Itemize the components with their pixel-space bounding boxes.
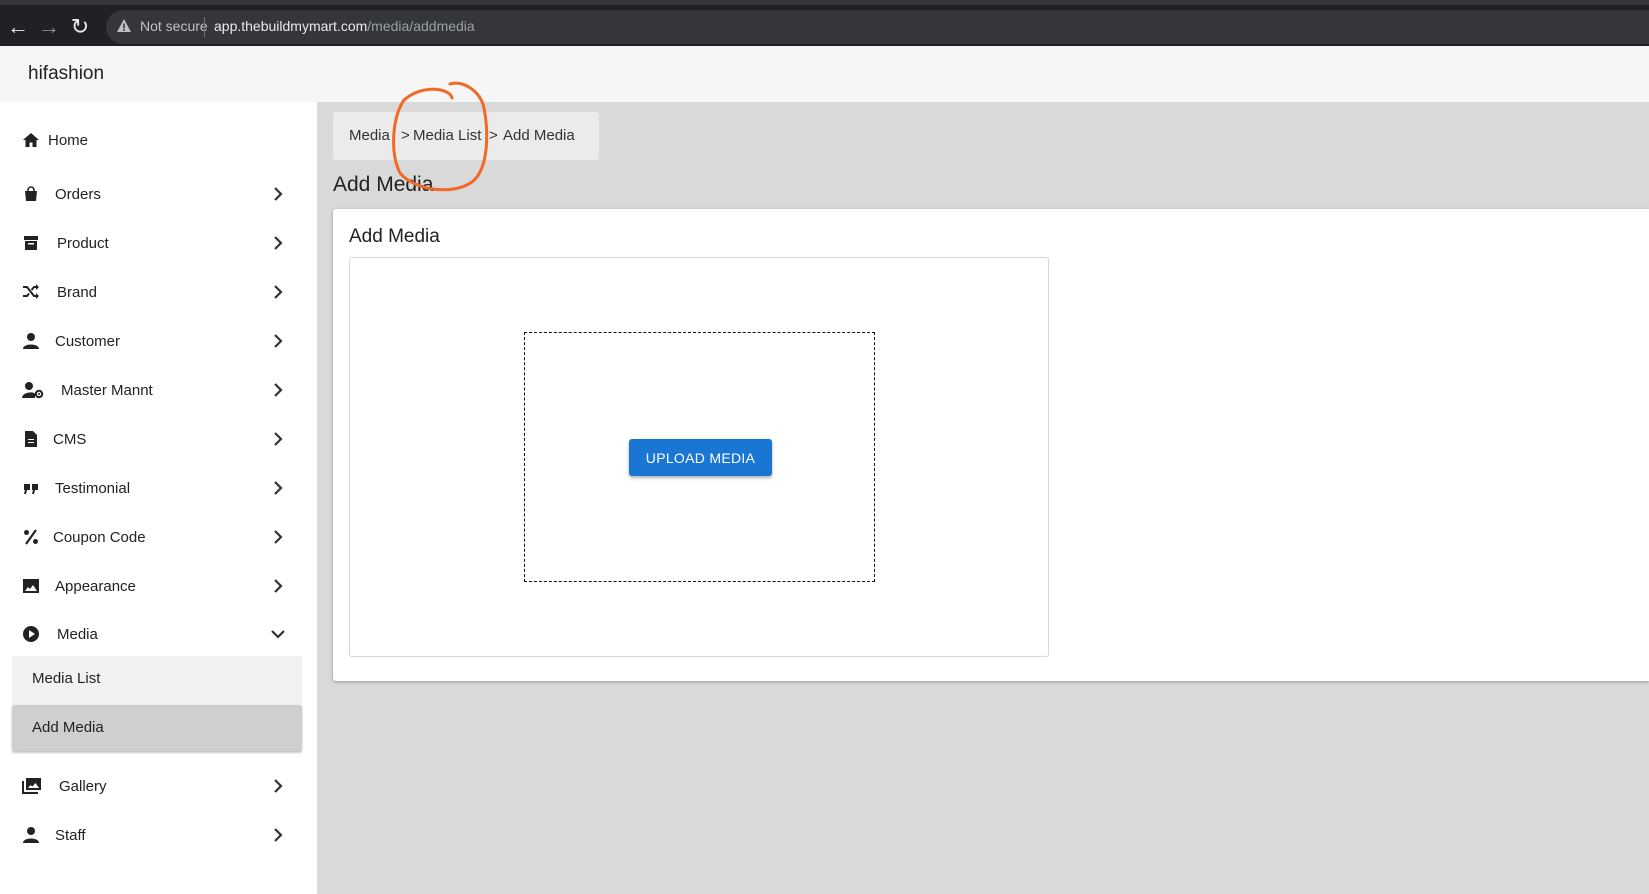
document-icon: [25, 431, 37, 447]
sidebar-item-label: Master Mannt: [61, 382, 153, 399]
sidebar-item-label: Customer: [55, 333, 121, 350]
upload-media-button[interactable]: UPLOAD MEDIA: [629, 439, 772, 476]
sidebar-item-label: Home: [48, 132, 89, 149]
sidebar-item-appearance[interactable]: Appearance: [0, 567, 317, 607]
app-header: hifashion: [0, 46, 1649, 102]
breadcrumb-separator: >: [489, 127, 498, 144]
archive-icon: [24, 236, 38, 250]
url-path: /media/addmedia: [367, 18, 475, 34]
sidebar-item-label: Staff: [55, 827, 86, 844]
breadcrumb: Media > Media List > Add Media: [333, 112, 599, 160]
breadcrumb-add-media: Add Media: [503, 127, 575, 144]
add-media-card: Add Media UPLOAD MEDIA: [333, 209, 1649, 681]
breadcrumb-media[interactable]: Media: [349, 127, 390, 144]
chevron-right-icon: [274, 334, 283, 348]
url-text[interactable]: app.thebuildmymart.com/media/addmedia: [214, 18, 475, 34]
address-bar[interactable]: Not secure app.thebuildmymart.com/media/…: [106, 10, 1649, 44]
security-status: Not secure: [140, 18, 208, 34]
chevron-right-icon: [274, 579, 283, 593]
chevron-right-icon: [274, 383, 283, 397]
sidebar-item-gallery[interactable]: Gallery: [0, 767, 317, 807]
sidebar-item-label: Testimonial: [55, 480, 131, 497]
submenu-item-label: Add Media: [32, 719, 104, 736]
sidebar-item-label: CMS: [53, 431, 87, 448]
chevron-down-icon: [271, 630, 285, 639]
sidebar-item-coupon-code[interactable]: Coupon Code: [0, 518, 317, 558]
media-dropzone[interactable]: UPLOAD MEDIA: [524, 332, 875, 582]
sidebar-item-home[interactable]: Home: [0, 121, 317, 161]
home-icon: [23, 133, 39, 147]
card-title: Add Media: [349, 226, 440, 247]
sidebar-item-testimonial[interactable]: Testimonial: [0, 469, 317, 509]
back-icon[interactable]: ←: [4, 13, 32, 41]
sidebar-item-label: Brand: [57, 284, 98, 301]
quote-icon: [24, 484, 38, 494]
sidebar-item-label: Appearance: [55, 578, 136, 595]
reload-icon[interactable]: ↻: [66, 13, 94, 41]
brand-title[interactable]: hifashion: [28, 63, 104, 85]
sidebar-item-label: Product: [57, 235, 109, 252]
chevron-right-icon: [274, 285, 283, 299]
chevron-right-icon: [274, 432, 283, 446]
sidebar-item-staff[interactable]: Staff: [0, 816, 317, 856]
sidebar: Home Orders Product Brand Customer Maste…: [0, 102, 317, 894]
images-icon: [22, 778, 41, 794]
chevron-right-icon: [274, 236, 283, 250]
sidebar-item-label: Orders: [55, 186, 101, 203]
sidebar-item-label: Coupon Code: [53, 529, 146, 546]
address-divider: [204, 17, 205, 37]
sidebar-item-media[interactable]: Media: [0, 615, 317, 655]
submenu-item-label: Media List: [32, 670, 101, 687]
chevron-right-icon: [274, 481, 283, 495]
warning-icon: [117, 19, 131, 32]
sidebar-item-label: Media: [57, 626, 98, 643]
sidebar-item-orders[interactable]: Orders: [0, 175, 317, 215]
upload-container: UPLOAD MEDIA: [349, 257, 1049, 657]
sidebar-item-brand[interactable]: Brand: [0, 273, 317, 313]
sidebar-item-label: Gallery: [59, 778, 107, 795]
breadcrumb-media-list[interactable]: Media List: [413, 127, 481, 144]
forward-icon[interactable]: →: [35, 13, 63, 41]
chevron-right-icon: [274, 779, 283, 793]
chevron-right-icon: [274, 530, 283, 544]
shuffle-icon: [23, 284, 39, 299]
sidebar-item-product[interactable]: Product: [0, 224, 317, 264]
submenu-item-media-list[interactable]: Media List: [12, 656, 302, 702]
percent-icon: [24, 529, 38, 545]
breadcrumb-separator: >: [401, 127, 410, 144]
user-icon: [23, 333, 39, 349]
submenu-item-add-media[interactable]: Add Media: [12, 705, 302, 751]
page-title: Add Media: [333, 173, 434, 196]
browser-toolbar: ← → ↻ Not secure app.thebuildmymart.com/…: [0, 0, 1649, 46]
user-icon: [23, 827, 39, 843]
play-circle-icon: [23, 626, 39, 642]
sidebar-item-cms[interactable]: CMS: [0, 420, 317, 460]
media-submenu: Media List Add Media: [12, 656, 302, 754]
url-host: app.thebuildmymart.com: [214, 18, 368, 34]
image-icon: [23, 579, 39, 593]
chevron-right-icon: [274, 187, 283, 201]
shopping-bag-icon: [25, 186, 37, 201]
user-gear-icon: [22, 382, 44, 399]
chevron-right-icon: [274, 828, 283, 842]
sidebar-item-master-mannt[interactable]: Master Mannt: [0, 371, 317, 411]
sidebar-item-customer[interactable]: Customer: [0, 322, 317, 362]
